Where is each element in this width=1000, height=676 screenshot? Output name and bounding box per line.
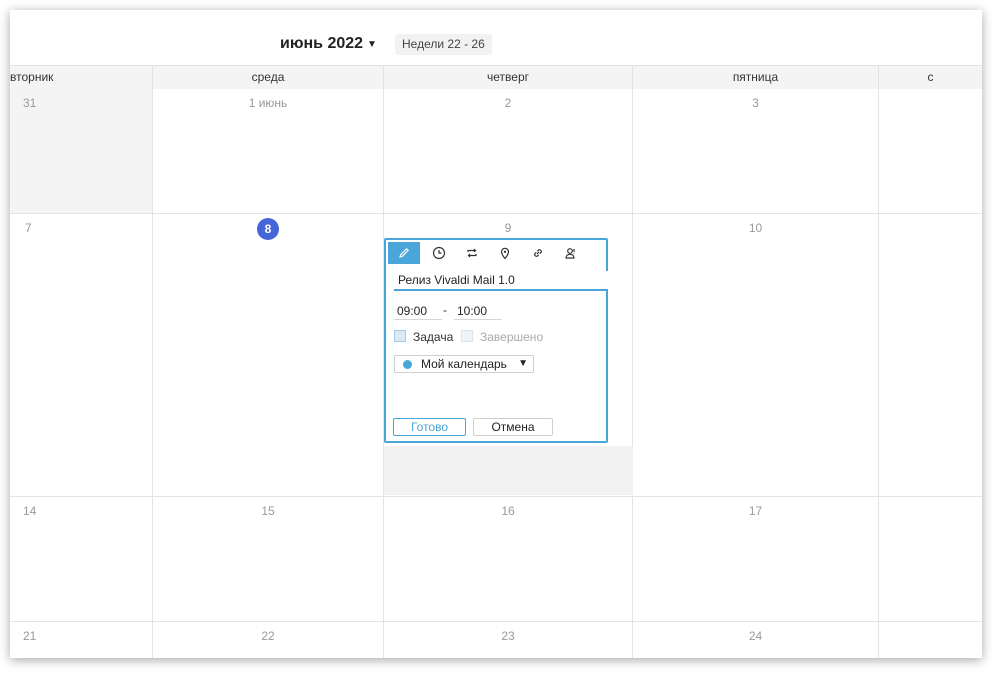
- task-checkbox[interactable]: [394, 330, 406, 342]
- cancel-button[interactable]: Отмена: [473, 418, 553, 436]
- end-time-input[interactable]: [454, 302, 502, 320]
- day-number: 15: [261, 504, 275, 518]
- start-time-input[interactable]: [394, 302, 442, 320]
- day-cell[interactable]: 3: [633, 89, 879, 214]
- day-number: 14: [23, 504, 37, 518]
- day-number: 24: [748, 629, 763, 643]
- repeat-tab[interactable]: [456, 242, 488, 264]
- repeat-icon: [467, 248, 477, 258]
- day-cell[interactable]: 2: [384, 89, 633, 214]
- weekday-thursday: четверг: [384, 66, 633, 89]
- edit-tab[interactable]: [388, 242, 420, 264]
- day-cell[interactable]: 10: [633, 214, 879, 497]
- day-cell[interactable]: [879, 89, 982, 214]
- day-number: 7: [25, 221, 32, 235]
- chevron-down-icon: ▼: [518, 358, 528, 369]
- day-number: 1 июнь: [248, 96, 288, 110]
- day-number: 23: [501, 629, 515, 643]
- done-button[interactable]: Готово: [393, 418, 466, 436]
- calendar-toolbar: июнь 2022 ▼ Недели 22 - 26: [10, 10, 982, 65]
- attendees-tab[interactable]: [555, 242, 587, 264]
- weekday-friday: пятница: [633, 66, 879, 89]
- event-editor-popup: - Задача Завершено Мой календарь ▼ Готов…: [384, 238, 608, 443]
- weekday-wednesday: среда: [153, 66, 384, 89]
- day-cell[interactable]: 24: [633, 622, 879, 658]
- month-grid: 31 1 июнь 2 3 7 8 9 10 14 15 16 17 21 22…: [10, 89, 982, 658]
- task-label: Задача: [413, 330, 454, 344]
- weekday-header: вторник среда четверг пятница с: [10, 65, 982, 90]
- weekday-saturday: с: [879, 66, 982, 89]
- weekday-label: пятница: [732, 70, 779, 84]
- day-cell[interactable]: 17: [633, 497, 879, 622]
- calendar-select-value: Мой календарь: [421, 357, 507, 371]
- attendees-icon: [565, 248, 575, 259]
- day-number: 17: [748, 504, 763, 518]
- month-title[interactable]: июнь 2022: [280, 35, 363, 53]
- location-tab[interactable]: [489, 242, 521, 264]
- time-separator: -: [443, 303, 447, 317]
- day-cell[interactable]: 22: [153, 622, 384, 658]
- day-number: 16: [501, 504, 515, 518]
- time-tab[interactable]: [423, 242, 455, 264]
- weeks-badge: Недели 22 - 26: [395, 34, 492, 55]
- day-number: 21: [23, 629, 37, 643]
- day-number: 3: [752, 96, 759, 110]
- day-cell[interactable]: 16: [384, 497, 633, 622]
- day-cell[interactable]: 15: [153, 497, 384, 622]
- day-number: 2: [504, 96, 512, 110]
- calendar-window: июнь 2022 ▼ Недели 22 - 26 вторник среда…: [10, 10, 982, 658]
- day-cell[interactable]: 21: [10, 622, 153, 658]
- day-cell-today[interactable]: 8: [153, 214, 384, 497]
- today-indicator: 8: [257, 218, 279, 240]
- day-number: 31: [23, 96, 37, 110]
- event-placeholder-area: [384, 446, 633, 495]
- weekday-tuesday: вторник: [10, 66, 153, 89]
- day-number: 10: [748, 221, 763, 235]
- calendar-color-dot: [403, 360, 412, 369]
- link-tab[interactable]: [522, 242, 554, 264]
- day-cell[interactable]: 23: [384, 622, 633, 658]
- month-dropdown-icon[interactable]: ▼: [367, 39, 377, 50]
- completed-checkbox[interactable]: [461, 330, 473, 342]
- day-number: 9: [504, 221, 512, 235]
- link-icon: [534, 249, 542, 257]
- day-cell[interactable]: [879, 497, 982, 622]
- event-title-input[interactable]: [394, 271, 608, 291]
- weekday-label: вторник: [10, 70, 54, 84]
- weekday-label: с: [927, 70, 934, 84]
- editor-toolbar: [388, 242, 604, 264]
- day-cell[interactable]: 14: [10, 497, 153, 622]
- weekday-label: четверг: [487, 70, 529, 84]
- pencil-icon: [399, 247, 410, 258]
- calendar-select[interactable]: Мой календарь ▼: [394, 355, 534, 373]
- weekday-label: среда: [251, 70, 285, 84]
- completed-label: Завершено: [480, 330, 544, 344]
- day-cell[interactable]: [879, 622, 982, 658]
- day-cell[interactable]: 7: [10, 214, 153, 497]
- day-cell[interactable]: 31: [10, 89, 153, 214]
- clock-icon: [432, 246, 446, 260]
- day-cell[interactable]: [879, 214, 982, 497]
- day-number: 22: [261, 629, 275, 643]
- day-cell[interactable]: 1 июнь: [153, 89, 384, 214]
- location-pin-icon: [500, 247, 510, 260]
